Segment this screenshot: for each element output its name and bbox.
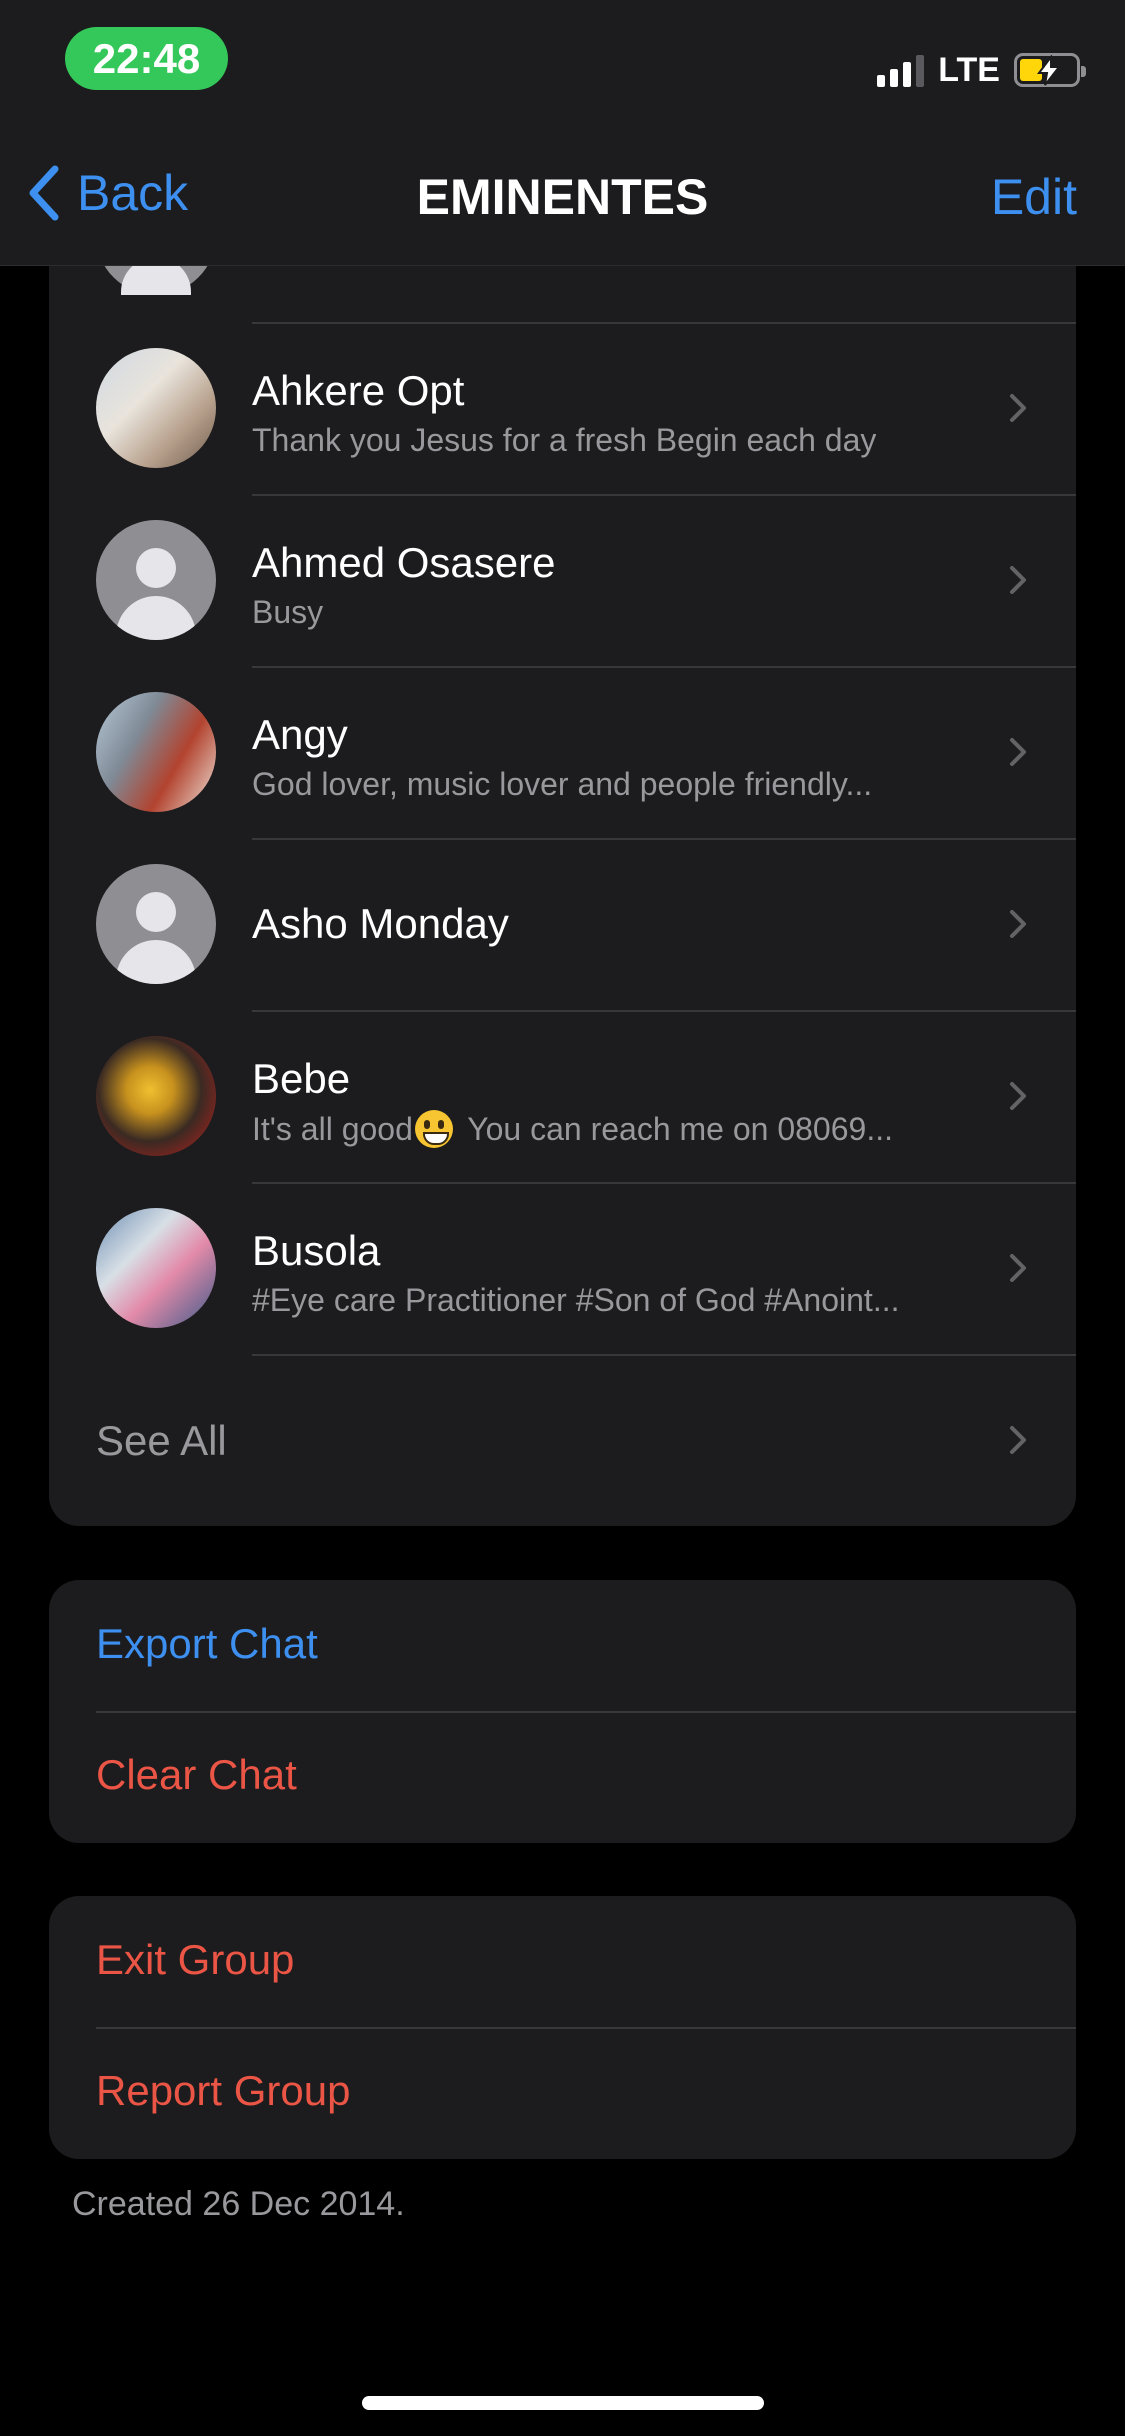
export-chat-label: Export Chat bbox=[96, 1620, 318, 1667]
list-item[interactable]: Asho Monday bbox=[49, 838, 1076, 1010]
back-label: Back bbox=[77, 165, 189, 221]
network-type: LTE bbox=[938, 50, 1000, 89]
list-item[interactable]: Ahkere Opt Thank you Jesus for a fresh B… bbox=[49, 322, 1076, 494]
status-time: 22:48 bbox=[65, 27, 228, 90]
member-status: #Eye care Practitioner #Son of God #Anoi… bbox=[252, 1282, 900, 1318]
created-date: Created 26 Dec 2014. bbox=[72, 2185, 405, 2223]
chevron-right-icon bbox=[1010, 566, 1026, 594]
list-item[interactable]: Angy God lover, music lover and people f… bbox=[49, 666, 1076, 838]
report-group-button[interactable]: Report Group bbox=[49, 2027, 1076, 2158]
participants-list: Ahkere Opt Thank you Jesus for a fresh B… bbox=[49, 150, 1076, 1526]
navigation-bar: 22:48 LTE Back EMINENTES Edit bbox=[0, 0, 1125, 266]
battery-charging-icon bbox=[1014, 53, 1086, 87]
edit-button[interactable]: Edit bbox=[991, 168, 1077, 226]
member-status: Busy bbox=[252, 594, 324, 630]
member-name: Ahmed Osasere bbox=[252, 539, 556, 586]
member-name: Busola bbox=[252, 1227, 381, 1274]
chevron-right-icon bbox=[1010, 910, 1026, 938]
member-name: Angy bbox=[252, 711, 348, 758]
grinning-face-emoji bbox=[414, 1110, 453, 1148]
chevron-right-icon bbox=[1010, 394, 1026, 422]
clear-chat-label: Clear Chat bbox=[96, 1751, 297, 1798]
exit-group-button[interactable]: Exit Group bbox=[49, 1896, 1076, 2027]
member-name: Bebe bbox=[252, 1055, 351, 1102]
report-group-label: Report Group bbox=[96, 2067, 351, 2114]
status-indicators: LTE bbox=[877, 50, 1086, 90]
member-name: Ahkere Opt bbox=[252, 367, 465, 414]
export-chat-button[interactable]: Export Chat bbox=[49, 1580, 1076, 1711]
avatar bbox=[96, 520, 216, 640]
see-all-button[interactable]: See All bbox=[49, 1354, 1076, 1526]
member-status: God lover, music lover and people friend… bbox=[252, 766, 873, 802]
avatar bbox=[96, 692, 216, 812]
chevron-right-icon bbox=[1010, 1082, 1026, 1110]
list-item[interactable]: Busola #Eye care Practitioner #Son of Go… bbox=[49, 1182, 1076, 1354]
signal-icon bbox=[877, 53, 925, 87]
exit-group-label: Exit Group bbox=[96, 1936, 295, 1983]
avatar bbox=[96, 1036, 216, 1156]
member-status: Thank you Jesus for a fresh Begin each d… bbox=[252, 422, 877, 458]
chat-actions-group: Export Chat Clear Chat bbox=[49, 1580, 1076, 1843]
member-name: Asho Monday bbox=[252, 900, 509, 947]
back-button[interactable]: Back bbox=[25, 163, 188, 223]
chevron-right-icon bbox=[1010, 738, 1026, 766]
chevron-right-icon bbox=[1010, 1426, 1026, 1454]
avatar bbox=[96, 1208, 216, 1328]
chevron-left-icon bbox=[29, 165, 59, 221]
see-all-label: See All bbox=[96, 1417, 227, 1464]
list-item[interactable]: Bebe It's all good You can reach me on 0… bbox=[49, 1010, 1076, 1182]
clear-chat-button[interactable]: Clear Chat bbox=[49, 1711, 1076, 1842]
list-item[interactable]: Ahmed Osasere Busy bbox=[49, 494, 1076, 666]
chevron-right-icon bbox=[1010, 1254, 1026, 1282]
member-status: It's all good You can reach me on 08069.… bbox=[252, 1110, 893, 1148]
avatar bbox=[96, 348, 216, 468]
home-indicator[interactable] bbox=[362, 2396, 764, 2410]
avatar bbox=[96, 864, 216, 984]
group-actions-group: Exit Group Report Group bbox=[49, 1896, 1076, 2159]
